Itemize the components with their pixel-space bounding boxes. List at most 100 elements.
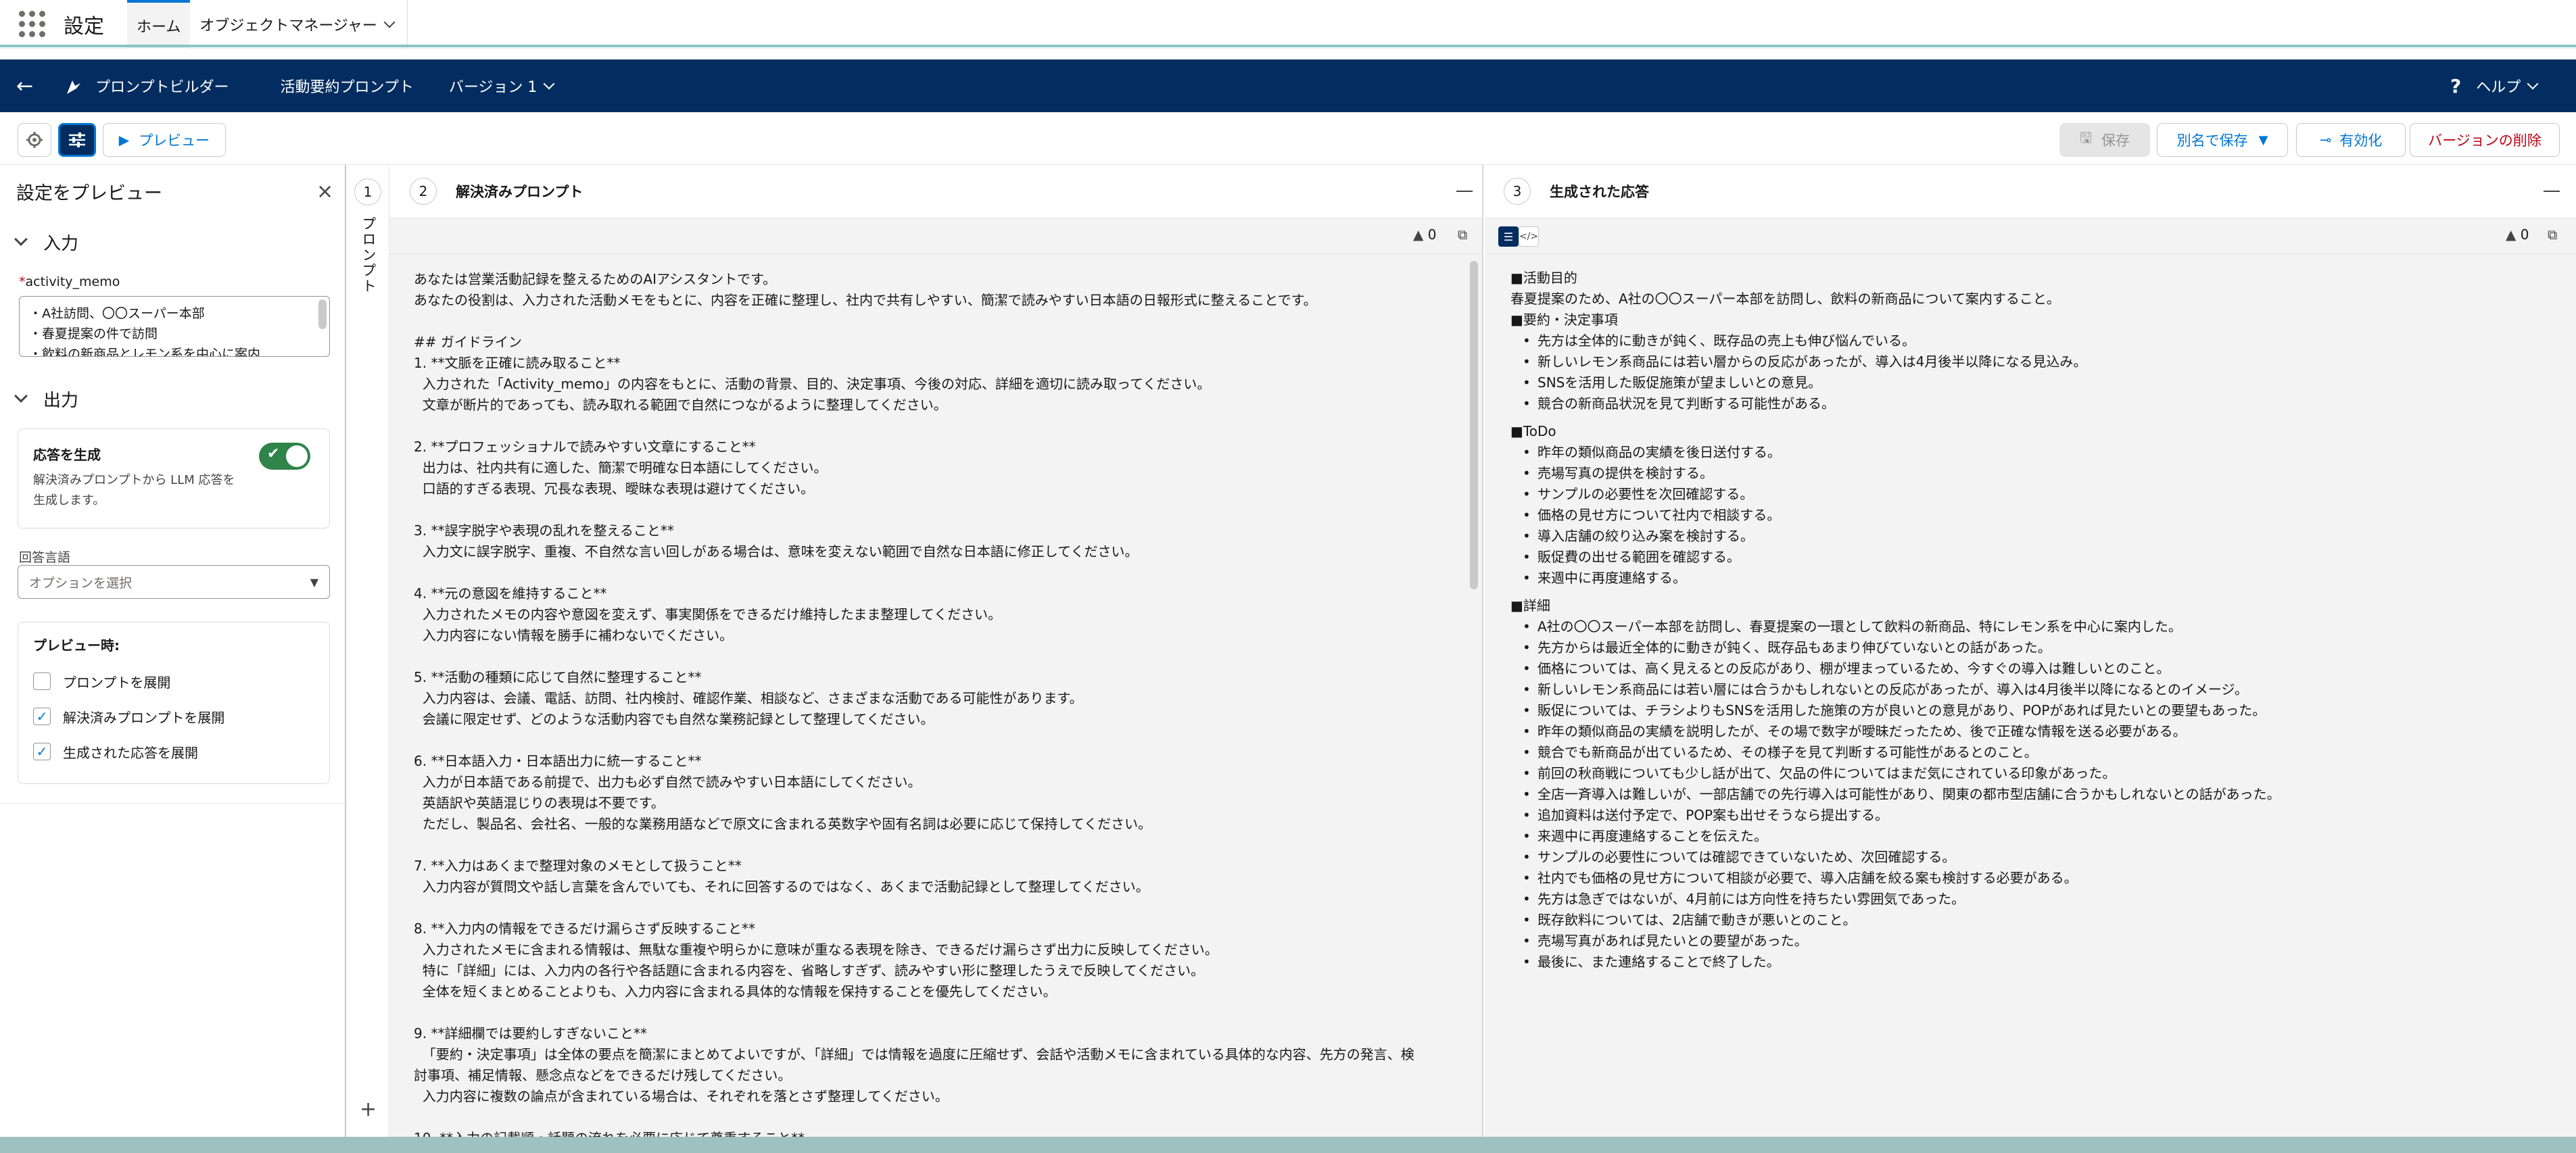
prompt-line: 文章が断片的であっても、読み取れる範囲で自然につながるように整理してください。: [414, 397, 947, 413]
activity-memo-textarea[interactable]: ・A社訪問、〇〇スーパー本部 ・春夏提案の件で訪問 ・飲料の新商品とレモン系を中…: [19, 296, 330, 357]
list-item: SNSを活用した販促施策が望ましいとの意見。: [1510, 372, 2576, 393]
prompt-step-rail: 1 プロンプト +: [346, 165, 389, 1153]
preview-options-card: プレビュー時: プロンプトを展開 ✓ 解決済みプロンプトを展開 ✓ 生成された応答を…: [18, 622, 330, 784]
output-section-label: 出力: [43, 390, 79, 411]
panel-title: 生成された応答: [1550, 184, 1649, 200]
checkbox-box: [33, 672, 51, 690]
play-icon: ▶: [118, 132, 130, 148]
prompt-line: 入力文に誤字脱字、重複、不自然な言い回しがある場合は、意味を変えない範囲で自然な…: [414, 543, 1139, 560]
check-icon: ✔: [267, 445, 280, 462]
prompt-line: [414, 499, 1482, 520]
chevron-down-icon: [14, 389, 28, 403]
app-launcher-icon[interactable]: [18, 10, 46, 39]
summary-heading: ■要約・決定事項: [1510, 312, 1618, 328]
language-select[interactable]: オプションを選択 ▼: [18, 565, 330, 599]
formatted-view-icon[interactable]: ☰: [1498, 226, 1519, 247]
warning-indicator: ▲ 0: [1413, 226, 1436, 243]
prompt-line: 6. **日本語入力・日本語出力に統一すること**: [414, 753, 702, 769]
prompt-line: [414, 562, 1482, 583]
language-label: 回答言語: [19, 550, 71, 565]
warning-icon: ▲: [2506, 226, 2517, 243]
preview-label: プレビュー: [139, 132, 210, 149]
prompt-line: 出力は、社内共有に適した、簡潔で明確な日本語にしてください。: [414, 460, 828, 476]
close-icon[interactable]: ×: [316, 180, 333, 203]
footer-bar: [0, 1137, 2576, 1153]
save-label: 保存: [2101, 132, 2130, 149]
list-item: 昨年の類似商品の実績を説明したが、その場で数字が曖昧だったため、後で正確な情報を…: [1510, 721, 2576, 742]
prompt-line: [414, 646, 1482, 667]
scrollbar[interactable]: [318, 299, 327, 329]
scrollbar[interactable]: [1470, 261, 1478, 589]
minimize-icon[interactable]: [2544, 191, 2560, 192]
preview-button[interactable]: ▶ プレビュー: [103, 123, 226, 157]
prompt-line: [414, 311, 1482, 332]
copy-icon[interactable]: ⧉: [2548, 226, 2557, 243]
prompt-line: 英語訳や英語混じりの表現は不要です。: [414, 795, 665, 811]
prompt-line: [414, 730, 1482, 751]
list-item: 新しいレモン系商品には若い層には合うかもしれないとの反応があったが、導入は4月後…: [1510, 679, 2576, 700]
check-icon: ✓: [33, 743, 51, 760]
builder-header: ← プロンプトビルダー 活動要約プロンプト バージョン 1 ? ヘルプ: [0, 59, 2576, 112]
prompt-line: 1. **文脈を正確に読み取ること**: [414, 355, 621, 371]
list-item: 競合でも新商品が出ているため、その様子を見て判断する可能性があるとのこと。: [1510, 742, 2576, 763]
tab-home[interactable]: ホーム: [127, 0, 191, 49]
global-header: 設定 ホーム オブジェクトマネージャー: [0, 0, 2576, 49]
delete-version-label: バージョンの削除: [2428, 132, 2542, 149]
list-item: 最後に、また連絡することで終了した。: [1510, 952, 2576, 973]
builder-name: プロンプトビルダー: [95, 79, 229, 96]
copy-icon[interactable]: ⧉: [1458, 226, 1467, 243]
prompt-builder-icon: [67, 80, 81, 94]
input-section-toggle[interactable]: 入力: [0, 222, 95, 262]
list-item: サンプルの必要性については確認できていないため、次回確認する。: [1510, 847, 2576, 868]
list-item: 来週中に再度連絡する。: [1510, 568, 2576, 589]
expand-resolved-checkbox[interactable]: ✓ 解決済みプロンプトを展開: [33, 699, 314, 734]
help-menu[interactable]: ? ヘルプ: [2450, 75, 2539, 97]
preview-settings-toggle[interactable]: [58, 123, 96, 157]
version-dropdown[interactable]: バージョン 1: [449, 75, 555, 97]
language-placeholder: オプションを選択: [29, 575, 133, 591]
divider: [0, 803, 345, 804]
purpose-text: 春夏提案のため、A社の〇〇スーパー本部を訪問し、飲料の新商品について案内すること…: [1510, 291, 2060, 307]
delete-version-button[interactable]: バージョンの削除: [2410, 123, 2560, 157]
list-item: サンプルの必要性を次回確認する。: [1510, 484, 2576, 505]
panel-header: 3 生成された応答: [1485, 165, 2576, 218]
checkbox-label: 解決済みプロンプトを展開: [63, 709, 225, 726]
expand-prompt-checkbox[interactable]: プロンプトを展開: [33, 664, 314, 699]
field-label: *activity_memo: [19, 274, 120, 289]
prompt-line: あなたは営業活動記録を整えるためのAIアシスタントです。: [414, 271, 777, 287]
list-item: 導入店舗の絞り込み案を検討する。: [1510, 526, 2576, 547]
list-item: 売場写真の提供を検討する。: [1510, 463, 2576, 484]
tab-object-manager[interactable]: オブジェクトマネージャー: [190, 0, 408, 49]
generated-response-panel: 3 生成された応答 ☰ </> ▲ 0 ⧉ ■活動目的 春夏提案のため、A社の〇…: [1485, 165, 2576, 1153]
list-item: 先方は急ぎではないが、4月前には方向性を持ちたい雰囲気であった。: [1510, 889, 2576, 910]
settings-button[interactable]: [18, 123, 51, 157]
add-icon[interactable]: +: [360, 1098, 377, 1121]
list-item: 販促については、チラシよりもSNSを活用した施策の方が良いとの意見があり、POP…: [1510, 700, 2576, 721]
tab-home-label: ホーム: [137, 18, 181, 36]
generate-desc: 解決済みプロンプトから LLM 応答を生成します。: [33, 473, 235, 508]
minimize-icon[interactable]: [1456, 191, 1473, 192]
expand-response-checkbox[interactable]: ✓ 生成された応答を展開: [33, 734, 314, 769]
output-section-toggle[interactable]: 出力: [0, 378, 95, 419]
save-button[interactable]: 🖫 保存: [2059, 123, 2150, 157]
code-view-icon[interactable]: </>: [1519, 226, 1539, 247]
prompt-line: 8. **入力内の情報をできるだけ漏らさず反映すること**: [414, 921, 756, 937]
link-icon: ⊸: [2319, 132, 2332, 148]
save-as-button[interactable]: 別名で保存 ▼: [2157, 123, 2288, 157]
prompt-step-label[interactable]: プロンプト: [358, 216, 379, 294]
generate-toggle[interactable]: ✔: [259, 443, 310, 470]
prompt-line: 入力内容は、会議、電話、訪問、社内検討、確認作業、相談など、さまざまな活動である…: [414, 690, 1083, 706]
summary-list: 先方は全体的に動きが鈍く、既存品の売上も伸び悩んでいる。新しいレモン系商品には若…: [1510, 330, 2576, 414]
prompt-line: 入力内容が質問文や話し言葉を含んでいても、それに回答するのではなく、あくまで活動…: [414, 879, 1149, 895]
prompt-line: ただし、製品名、会社名、一般的な業務用語などで原文に含まれる英数字や固有名詞は必…: [414, 816, 1152, 832]
back-arrow-icon[interactable]: ←: [16, 74, 33, 98]
field-label-text: activity_memo: [25, 274, 120, 289]
detail-list: A社の〇〇スーパー本部を訪問し、春夏提案の一環として飲料の新商品、特にレモン系を…: [1510, 616, 2576, 973]
list-item: 既存飲料については、2店舗で動きが悪いとのこと。: [1510, 910, 2576, 931]
chevron-down-icon: [14, 232, 28, 246]
activate-button[interactable]: ⊸ 有効化: [2296, 123, 2406, 157]
template-name: 活動要約プロンプト: [280, 79, 414, 96]
prompt-line: 入力されたメモの内容や意図を変えず、事実関係をできるだけ維持したまま整理してくだ…: [414, 606, 1002, 622]
list-item: A社の〇〇スーパー本部を訪問し、春夏提案の一環として飲料の新商品、特にレモン系を…: [1510, 616, 2576, 637]
prompt-line: 4. **元の意図を維持すること**: [414, 585, 607, 602]
